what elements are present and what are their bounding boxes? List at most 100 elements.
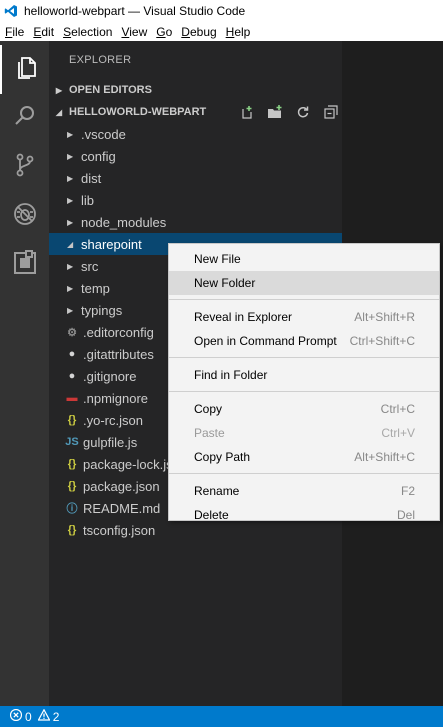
menu-label-rest: elp — [234, 24, 251, 39]
extensions-icon — [12, 250, 38, 281]
context-menu-item[interactable]: Delete Del — [169, 503, 439, 527]
search-icon — [12, 103, 38, 134]
npm-icon: ▬ — [66, 392, 78, 404]
context-menu-item[interactable]: Copy Ctrl+C — [169, 397, 439, 421]
chevron-right-icon: ▶ — [67, 305, 74, 315]
tree-item-label: dist — [81, 170, 102, 186]
context-menu-shortcut: Ctrl+Shift+C — [349, 334, 415, 348]
new-folder-icon[interactable] — [264, 101, 286, 123]
tree-item-label: .gitignore — [83, 368, 137, 384]
context-menu-label: New File — [194, 252, 241, 266]
menu-separator — [169, 391, 439, 392]
context-menu: New File New Folder Reveal in Explorer Alt+… — [168, 243, 440, 522]
menu-label-rest: ile — [12, 24, 25, 39]
context-menu-label: Paste — [194, 426, 225, 440]
tree-folder-row[interactable]: ▶ config — [49, 145, 342, 167]
context-menu-label: Copy — [194, 402, 223, 416]
context-menu-label: Copy Path — [194, 450, 251, 464]
extensions-activity-button[interactable] — [0, 241, 49, 290]
context-menu-item[interactable]: Find in Folder — [169, 363, 439, 387]
menu-item[interactable]: View — [118, 25, 150, 39]
source-control-activity-button[interactable] — [0, 143, 49, 192]
context-menu-item[interactable]: Reveal in Explorer Alt+Shift+R — [169, 305, 439, 329]
project-label: HELLOWORLD-WEBPART — [69, 106, 207, 118]
search-activity-button[interactable] — [0, 94, 49, 143]
info-icon: ⓘ — [66, 503, 78, 515]
context-menu-item[interactable]: Rename F2 — [169, 479, 439, 503]
tree-folder-row[interactable]: ▶ lib — [49, 189, 342, 211]
tree-item-label: config — [81, 148, 116, 164]
context-menu-shortcut: F2 — [400, 484, 415, 498]
chevron-down-icon: ◢ — [55, 107, 63, 117]
menu-label-rest: iew — [129, 24, 148, 39]
menu-label-rest: ebug — [189, 24, 217, 39]
context-menu-item[interactable]: Copy Path Alt+Shift+C — [169, 445, 439, 469]
context-menu-label: Delete — [194, 508, 229, 522]
menu-item[interactable]: Debug — [178, 25, 219, 39]
problems-status[interactable]: 0 2 — [9, 708, 59, 724]
refresh-icon[interactable] — [292, 101, 314, 123]
explorer-title: EXPLORER — [69, 54, 132, 66]
github-icon: ● — [68, 370, 76, 382]
menu-item[interactable]: Edit — [30, 25, 57, 39]
context-menu-label: Find in Folder — [194, 368, 268, 382]
tree-item-label: README.md — [83, 500, 161, 516]
explorer-activity-button[interactable] — [0, 45, 49, 94]
menu-separator — [169, 299, 439, 300]
tree-item-label: lib — [81, 192, 95, 208]
context-menu-item[interactable]: New File — [169, 247, 439, 271]
new-file-icon[interactable] — [236, 101, 258, 123]
activity-bar — [0, 41, 49, 706]
warning-icon — [37, 708, 51, 724]
tree-item-label: temp — [81, 280, 110, 296]
context-menu-label: Open in Command Prompt — [194, 334, 337, 348]
context-menu-label: New Folder — [194, 276, 256, 290]
chevron-right-icon: ▶ — [67, 195, 74, 205]
error-icon — [9, 708, 23, 724]
window-title: helloworld-webpart — Visual Studio Code — [24, 4, 246, 18]
tree-folder-row[interactable]: ▶ dist — [49, 167, 342, 189]
tree-folder-row[interactable]: ▶ .vscode — [49, 123, 342, 145]
menu-mnemonic: G — [156, 24, 166, 39]
json-icon: {} — [67, 480, 77, 492]
source-control-icon — [12, 152, 38, 183]
menu-item[interactable]: Help — [223, 25, 254, 39]
gear-icon: ⚙ — [67, 326, 77, 339]
status-bar: 0 2 — [0, 706, 443, 727]
tree-item-label: .gitattributes — [83, 346, 154, 362]
chevron-right-icon: ▶ — [67, 151, 74, 161]
context-menu-shortcut: Ctrl+V — [381, 426, 415, 440]
context-menu-shortcut: Ctrl+C — [380, 402, 415, 416]
context-menu-item[interactable]: New Folder — [169, 271, 439, 295]
context-menu-item: Paste Ctrl+V — [169, 421, 439, 445]
debug-icon — [12, 201, 38, 232]
open-editors-header[interactable]: ▶ OPEN EDITORS — [49, 79, 342, 101]
menu-item[interactable]: Go — [153, 25, 175, 39]
menu-item[interactable]: Selection — [60, 25, 115, 39]
json-icon: {} — [67, 524, 77, 536]
collapse-all-icon[interactable] — [320, 101, 342, 123]
project-header[interactable]: ◢ HELLOWORLD-WEBPART — [49, 101, 342, 123]
explorer-actions — [230, 101, 342, 123]
menu-item[interactable]: File — [2, 25, 27, 39]
tree-item-label: node_modules — [81, 214, 167, 230]
tree-item-label: .yo-rc.json — [83, 412, 143, 428]
context-menu-item[interactable]: Open in Command Prompt Ctrl+Shift+C — [169, 329, 439, 353]
title-bar: helloworld-webpart — Visual Studio Code — [0, 0, 443, 22]
context-menu-shortcut: Alt+Shift+C — [354, 450, 415, 464]
menu-label-rest: dit — [41, 24, 55, 39]
chevron-right-icon: ▶ — [67, 283, 74, 293]
tree-item-label: tsconfig.json — [83, 522, 156, 538]
context-menu-label: Reveal in Explorer — [194, 310, 293, 324]
error-count: 0 — [25, 709, 32, 724]
debug-activity-button[interactable] — [0, 192, 49, 241]
menu-mnemonic: D — [181, 24, 190, 39]
tree-folder-row[interactable]: ▶ node_modules — [49, 211, 342, 233]
files-icon — [13, 54, 39, 85]
chevron-right-icon: ▶ — [67, 129, 74, 139]
tree-item-label: package.json — [83, 478, 160, 494]
tree-item-label: typings — [81, 302, 123, 318]
tree-item-label: .editorconfig — [83, 324, 154, 340]
chevron-down-icon: ◢ — [67, 239, 74, 249]
menu-label-rest: o — [165, 24, 173, 39]
